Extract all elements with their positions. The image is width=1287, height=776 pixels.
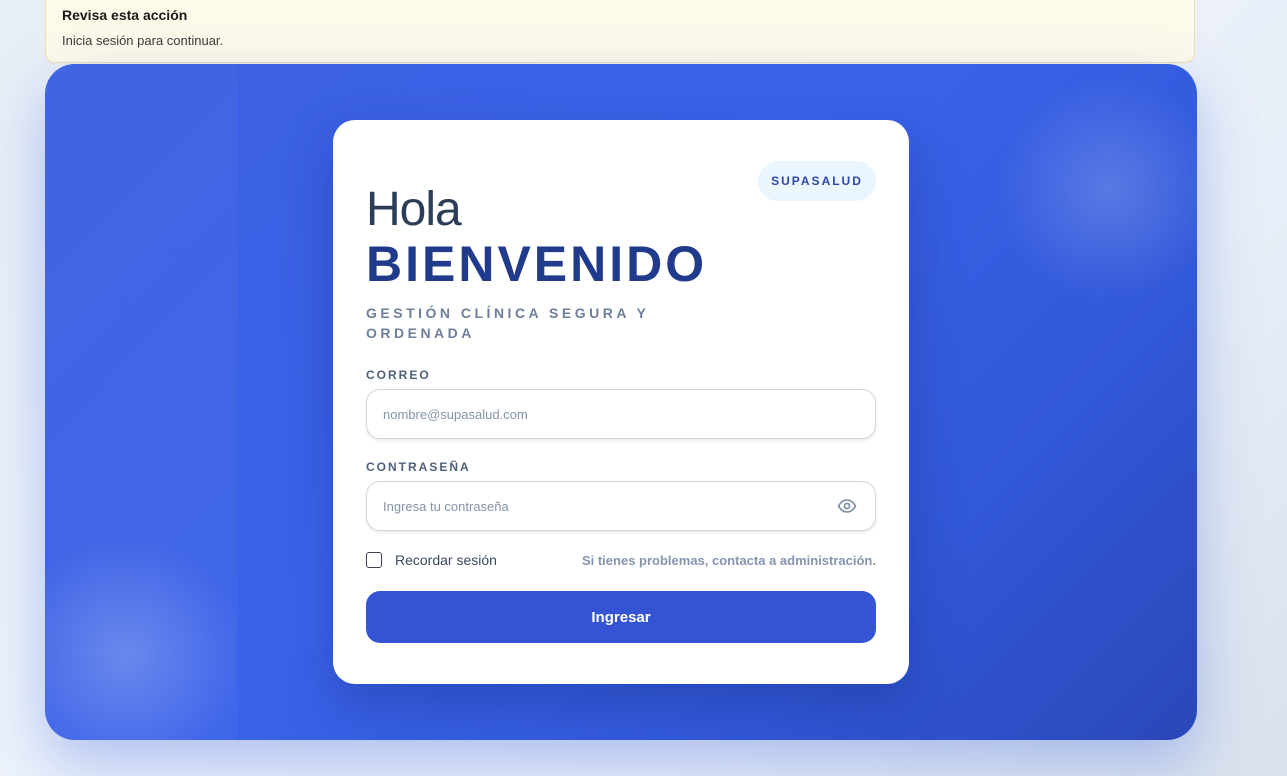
hero-panel: SUPASALUD Hola BIENVENIDO GESTIÓN CLÍNIC… xyxy=(45,64,1197,740)
notice-title: Revisa esta acción xyxy=(62,7,188,23)
brand-badge: SUPASALUD xyxy=(758,161,876,201)
subtitle: GESTIÓN CLÍNICA SEGURA Y ORDENADA xyxy=(366,305,650,341)
password-field-wrapper xyxy=(366,481,876,531)
remember-checkbox[interactable] xyxy=(366,552,382,568)
notice-message: Inicia sesión para continuar. xyxy=(62,33,224,48)
login-button[interactable]: Ingresar xyxy=(366,591,876,643)
email-field-wrapper xyxy=(366,389,876,439)
login-card: SUPASALUD Hola BIENVENIDO GESTIÓN CLÍNIC… xyxy=(333,120,909,684)
eye-icon[interactable] xyxy=(837,497,857,515)
email-label: CORREO xyxy=(366,368,431,382)
email-input[interactable] xyxy=(383,390,823,438)
password-input[interactable] xyxy=(383,482,823,530)
greeting-heading: Hola xyxy=(366,183,462,236)
decorative-glow xyxy=(995,74,1197,304)
alert-notice: Revisa esta acción Inicia sesión para co… xyxy=(45,0,1195,63)
remember-label: Recordar sesión xyxy=(395,552,497,568)
help-contact-link[interactable]: Si tienes problemas, contacta a administ… xyxy=(582,553,876,568)
welcome-heading: BIENVENIDO xyxy=(366,236,708,292)
password-label: CONTRASEÑA xyxy=(366,460,471,474)
remember-session[interactable]: Recordar sesión xyxy=(366,552,497,568)
